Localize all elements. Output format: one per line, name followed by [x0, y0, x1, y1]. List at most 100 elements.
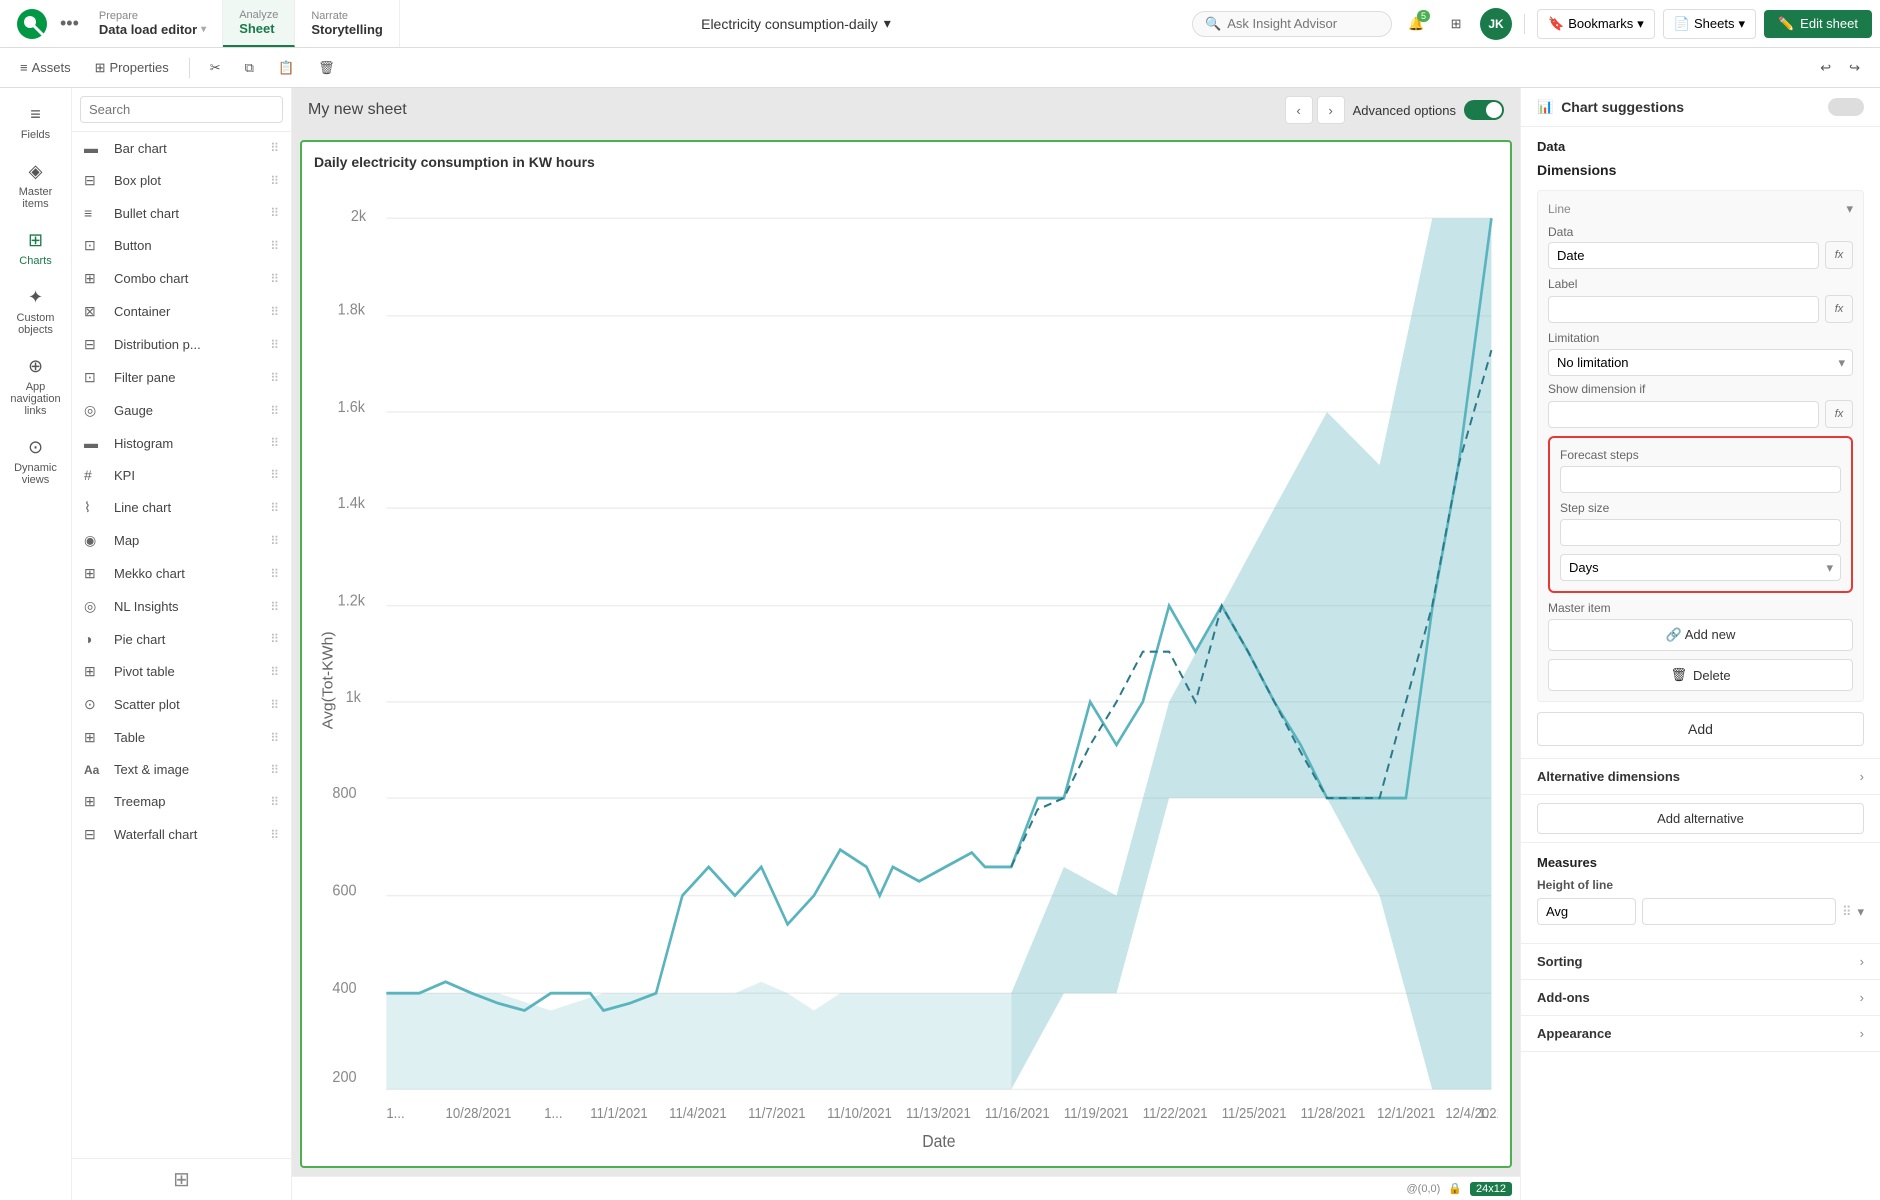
- qlik-logo[interactable]: [8, 8, 56, 40]
- combo-chart-drag-handle[interactable]: ⠿: [270, 272, 279, 286]
- chart-item-bar-chart[interactable]: ▬ Bar chart ⠿: [72, 132, 291, 164]
- copy-button[interactable]: ⧉: [237, 56, 262, 80]
- limitation-select[interactable]: No limitation: [1548, 349, 1853, 376]
- advanced-options-toggle[interactable]: [1464, 100, 1504, 120]
- chart-item-map[interactable]: ◉ Map ⠿: [72, 524, 291, 557]
- filter-pane-drag-handle[interactable]: ⠿: [270, 371, 279, 385]
- measure-chevron[interactable]: ▾: [1857, 904, 1864, 920]
- pie-chart-drag-handle[interactable]: ⠿: [270, 632, 279, 646]
- kpi-drag-handle[interactable]: ⠿: [270, 468, 279, 482]
- chart-item-pivot-table[interactable]: ⊞ Pivot table ⠿: [72, 655, 291, 688]
- insight-advisor-input[interactable]: [1227, 16, 1367, 31]
- sidebar-item-master-items[interactable]: ◈ Master items: [4, 153, 68, 218]
- show-dimension-input[interactable]: [1548, 401, 1819, 428]
- forecast-steps-input[interactable]: 21: [1560, 466, 1841, 493]
- add-chart-button[interactable]: ⊞: [173, 1167, 190, 1192]
- delete-dimension-button[interactable]: 🗑 Delete: [1548, 659, 1853, 691]
- chart-item-container[interactable]: ⊠ Container ⠿: [72, 295, 291, 328]
- bookmarks-button[interactable]: 🔖 Bookmarks ▾: [1537, 9, 1655, 39]
- measure-drag-handle[interactable]: ⠿: [1842, 904, 1852, 920]
- chart-item-treemap[interactable]: ⊞ Treemap ⠿: [72, 785, 291, 818]
- chart-item-histogram[interactable]: ▬ Histogram ⠿: [72, 427, 291, 459]
- sidebar-item-app-navigation[interactable]: ⊕ App navigation links: [4, 348, 68, 425]
- bullet-chart-drag-handle[interactable]: ⠿: [270, 206, 279, 220]
- label-fx-button[interactable]: fx: [1825, 295, 1853, 323]
- chart-item-kpi[interactable]: # KPI ⠿: [72, 459, 291, 491]
- paste-button[interactable]: 📋: [270, 56, 302, 80]
- chart-item-mekko-chart[interactable]: ⊞ Mekko chart ⠿: [72, 557, 291, 590]
- chart-item-bullet-chart[interactable]: ≡ Bullet chart ⠿: [72, 197, 291, 229]
- appearance-section[interactable]: Appearance ›: [1521, 1016, 1880, 1052]
- add-dimension-button[interactable]: Add: [1537, 712, 1864, 746]
- chart-item-filter-pane[interactable]: ⊡ Filter pane ⠿: [72, 361, 291, 394]
- line-chart-drag-handle[interactable]: ⠿: [270, 501, 279, 515]
- nav-more-button[interactable]: •••: [56, 13, 83, 34]
- avg-select[interactable]: Avg: [1537, 898, 1636, 925]
- chart-item-gauge[interactable]: ◎ Gauge ⠿: [72, 394, 291, 427]
- chart-search-input[interactable]: [80, 96, 283, 123]
- chart-item-box-plot[interactable]: ⊟ Box plot ⠿: [72, 164, 291, 197]
- alt-dimensions-section[interactable]: Alternative dimensions ›: [1521, 759, 1880, 795]
- step-unit-select[interactable]: Days: [1560, 554, 1841, 581]
- prepare-nav[interactable]: Prepare Data load editor ▾: [83, 0, 223, 47]
- grid-apps-button[interactable]: ⊞: [1440, 8, 1472, 40]
- sidebar-item-charts[interactable]: ⊞ Charts: [4, 222, 68, 275]
- chart-item-button[interactable]: ⊡ Button ⠿: [72, 229, 291, 262]
- scatter-plot-drag-handle[interactable]: ⠿: [270, 698, 279, 712]
- insight-advisor-search[interactable]: 🔍: [1192, 11, 1392, 37]
- user-avatar[interactable]: JK: [1480, 8, 1512, 40]
- chart-item-line-chart[interactable]: ⌇ Line chart ⠿: [72, 491, 291, 524]
- date-field-fx-button[interactable]: fx: [1825, 241, 1853, 269]
- chart-item-text-image[interactable]: Aa Text & image ⠿: [72, 754, 291, 785]
- assets-button[interactable]: ≡ Assets: [12, 56, 79, 79]
- chart-item-pie-chart[interactable]: ◑ Pie chart ⠿: [72, 623, 291, 655]
- analyze-nav[interactable]: Analyze Sheet: [223, 0, 295, 47]
- tot-kwh-input[interactable]: [Tot-KWh]: [1642, 898, 1836, 925]
- narrate-nav[interactable]: Narrate Storytelling: [295, 0, 400, 47]
- undo-button[interactable]: ↩: [1812, 56, 1839, 80]
- properties-button[interactable]: ⊞ Properties: [87, 56, 177, 80]
- date-field-select[interactable]: Date: [1548, 242, 1819, 269]
- box-plot-drag-handle[interactable]: ⠿: [270, 174, 279, 188]
- sheet-prev-button[interactable]: ‹: [1285, 96, 1313, 124]
- label-input[interactable]: Date: [1548, 296, 1819, 323]
- redo-button[interactable]: ↪: [1841, 56, 1868, 80]
- show-dimension-fx-button[interactable]: fx: [1825, 400, 1853, 428]
- step-size-input[interactable]: 1: [1560, 519, 1841, 546]
- map-drag-handle[interactable]: ⠿: [270, 534, 279, 548]
- treemap-drag-handle[interactable]: ⠿: [270, 795, 279, 809]
- edit-sheet-button[interactable]: ✏️ Edit sheet: [1764, 10, 1872, 38]
- text-image-drag-handle[interactable]: ⠿: [270, 763, 279, 777]
- chart-suggestions-toggle[interactable]: [1828, 98, 1864, 116]
- delete-button[interactable]: 🗑: [310, 56, 343, 80]
- nl-insights-drag-handle[interactable]: ⠿: [270, 600, 279, 614]
- chart-item-waterfall-chart[interactable]: ⊟ Waterfall chart ⠿: [72, 818, 291, 851]
- bar-chart-drag-handle[interactable]: ⠿: [270, 141, 279, 155]
- button-drag-handle[interactable]: ⠿: [270, 239, 279, 253]
- waterfall-chart-drag-handle[interactable]: ⠿: [270, 828, 279, 842]
- mekko-chart-drag-handle[interactable]: ⠿: [270, 567, 279, 581]
- sidebar-item-dynamic-views[interactable]: ⊙ Dynamic views: [4, 429, 68, 494]
- sheet-next-button[interactable]: ›: [1317, 96, 1345, 124]
- container-drag-handle[interactable]: ⠿: [270, 305, 279, 319]
- cut-button[interactable]: ✂: [202, 56, 229, 80]
- sidebar-item-custom-objects[interactable]: ✦ Custom objects: [4, 279, 68, 344]
- chart-item-nl-insights[interactable]: ◎ NL Insights ⠿: [72, 590, 291, 623]
- histogram-drag-handle[interactable]: ⠿: [270, 436, 279, 450]
- pivot-table-drag-handle[interactable]: ⠿: [270, 665, 279, 679]
- chart-item-table[interactable]: ⊞ Table ⠿: [72, 721, 291, 754]
- add-ons-section[interactable]: Add-ons ›: [1521, 980, 1880, 1016]
- chart-item-combo-chart[interactable]: ⊞ Combo chart ⠿: [72, 262, 291, 295]
- distribution-plot-drag-handle[interactable]: ⠿: [270, 338, 279, 352]
- notifications-button[interactable]: 🔔 5: [1400, 8, 1432, 40]
- sidebar-item-fields[interactable]: ≡ Fields: [4, 96, 68, 149]
- app-title[interactable]: Electricity consumption-daily ▾: [701, 15, 891, 32]
- table-drag-handle[interactable]: ⠿: [270, 731, 279, 745]
- add-alternative-button[interactable]: Add alternative: [1537, 803, 1864, 834]
- chart-item-distribution-plot[interactable]: ⊟ Distribution p... ⠿: [72, 328, 291, 361]
- add-new-master-item-button[interactable]: 🔗 Add new: [1548, 619, 1853, 651]
- gauge-drag-handle[interactable]: ⠿: [270, 404, 279, 418]
- dimension-chevron[interactable]: ▾: [1846, 201, 1853, 217]
- sheets-button[interactable]: 📄 Sheets ▾: [1663, 9, 1756, 39]
- chart-item-scatter-plot[interactable]: ⊙ Scatter plot ⠿: [72, 688, 291, 721]
